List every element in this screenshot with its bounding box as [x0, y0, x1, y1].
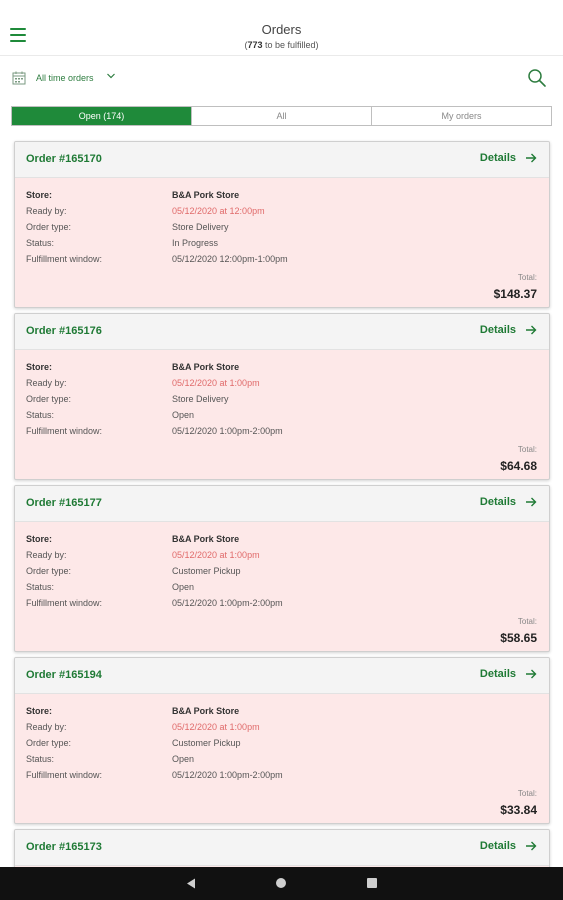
- order-card-header: Order #165173 Details: [15, 830, 549, 866]
- tab-all[interactable]: All: [192, 107, 372, 125]
- status-value: Open: [172, 582, 195, 592]
- store-name: B&A Pork Store: [172, 534, 240, 544]
- fulfillment-value: 05/12/2020 1:00pm-2:00pm: [172, 770, 283, 780]
- store-name: B&A Pork Store: [172, 190, 240, 200]
- total-value: $33.84: [500, 803, 537, 817]
- status-value: Open: [172, 754, 195, 764]
- home-icon[interactable]: [276, 878, 286, 888]
- arrow-right-icon: [526, 325, 537, 335]
- order-card-body: Store: B&A Pork Store Ready by: 05/12/2020…: [26, 362, 537, 473]
- order-type-value: Store Delivery: [172, 222, 229, 232]
- order-card[interactable]: Order #165170 Details Store: B&A Pork Sto…: [14, 141, 550, 308]
- arrow-right-icon: [526, 841, 537, 851]
- order-number: Order #165170: [26, 153, 102, 165]
- order-number: Order #165176: [26, 325, 102, 337]
- status-value: Open: [172, 410, 195, 420]
- store-name: B&A Pork Store: [172, 706, 240, 716]
- ready-by-value: 05/12/2020 at 1:00pm: [172, 378, 260, 388]
- total-label: Total:: [517, 617, 537, 626]
- details-link[interactable]: Details: [480, 152, 537, 164]
- page-subtitle: (773 to be fulfilled): [244, 40, 319, 50]
- details-link[interactable]: Details: [480, 496, 537, 508]
- order-card-header: Order #165194 Details: [15, 658, 549, 694]
- details-label: Details: [479, 496, 516, 508]
- order-type-value: Customer Pickup: [172, 566, 241, 576]
- back-icon[interactable]: [186, 878, 196, 889]
- order-card-body: Store: B&A Pork Store Ready by: 05/12/2020…: [26, 534, 537, 645]
- details-label: Details: [479, 668, 516, 680]
- order-card[interactable]: Order #165173 Details: [14, 829, 550, 869]
- recent-apps-icon[interactable]: [367, 878, 377, 888]
- app-header: Orders (773 to be fulfilled): [0, 0, 563, 56]
- order-type-value: Customer Pickup: [172, 738, 241, 748]
- tab-my-orders[interactable]: My orders: [372, 107, 551, 125]
- order-card-header: Order #165177 Details: [15, 486, 549, 522]
- order-card-header: Order #165176 Details: [15, 314, 549, 350]
- calendar-icon: [12, 71, 26, 85]
- details-link[interactable]: Details: [480, 668, 537, 680]
- details-label: Details: [479, 152, 516, 164]
- total-value: $58.65: [500, 631, 537, 645]
- order-card[interactable]: Order #165194 Details Store: B&A Pork Sto…: [14, 657, 550, 824]
- order-number: Order #165177: [26, 497, 102, 509]
- order-tabs: Open (174) All My orders: [11, 106, 552, 126]
- page-title: Orders: [261, 22, 302, 37]
- unfulfilled-count: 773: [247, 40, 263, 50]
- fulfillment-value: 05/12/2020 12:00pm-1:00pm: [172, 254, 288, 264]
- order-number: Order #165194: [26, 669, 102, 681]
- system-nav-bar: [0, 867, 563, 900]
- order-number: Order #165173: [26, 841, 102, 853]
- order-card[interactable]: Order #165177 Details Store: B&A Pork Sto…: [14, 485, 550, 652]
- search-icon[interactable]: [527, 68, 547, 88]
- total-label: Total:: [517, 273, 537, 282]
- ready-by-value: 05/12/2020 at 1:00pm: [172, 550, 260, 560]
- order-card-body: Store: B&A Pork Store Ready by: 05/12/2020…: [26, 190, 537, 301]
- order-type-value: Store Delivery: [172, 394, 229, 404]
- tab-open[interactable]: Open (174): [12, 107, 192, 125]
- fulfillment-value: 05/12/2020 1:00pm-2:00pm: [172, 426, 283, 436]
- order-card-body: Store: B&A Pork Store Ready by: 05/12/2020…: [26, 706, 537, 817]
- store-name: B&A Pork Store: [172, 362, 240, 372]
- arrow-right-icon: [526, 669, 537, 679]
- app-root: Orders (773 to be fulfilled) All time or…: [0, 0, 563, 900]
- arrow-right-icon: [526, 153, 537, 163]
- order-list: Order #165170 Details Store: B&A Pork Sto…: [14, 141, 550, 874]
- chevron-down-icon[interactable]: [106, 71, 116, 81]
- total-value: $64.68: [500, 459, 537, 473]
- arrow-right-icon: [526, 497, 537, 507]
- order-card-header: Order #165170 Details: [15, 142, 549, 178]
- ready-by-value: 05/12/2020 at 1:00pm: [172, 722, 260, 732]
- total-value: $148.37: [493, 287, 537, 301]
- details-link[interactable]: Details: [480, 324, 537, 336]
- filter-bar: All time orders: [0, 58, 563, 100]
- date-filter-dropdown[interactable]: All time orders: [36, 73, 94, 83]
- details-link[interactable]: Details: [480, 840, 537, 852]
- details-label: Details: [479, 840, 516, 852]
- order-card[interactable]: Order #165176 Details Store: B&A Pork Sto…: [14, 313, 550, 480]
- total-label: Total:: [517, 445, 537, 454]
- total-label: Total:: [517, 789, 537, 798]
- ready-by-value: 05/12/2020 at 12:00pm: [172, 206, 265, 216]
- details-label: Details: [479, 324, 516, 336]
- fulfillment-value: 05/12/2020 1:00pm-2:00pm: [172, 598, 283, 608]
- status-value: In Progress: [172, 238, 219, 248]
